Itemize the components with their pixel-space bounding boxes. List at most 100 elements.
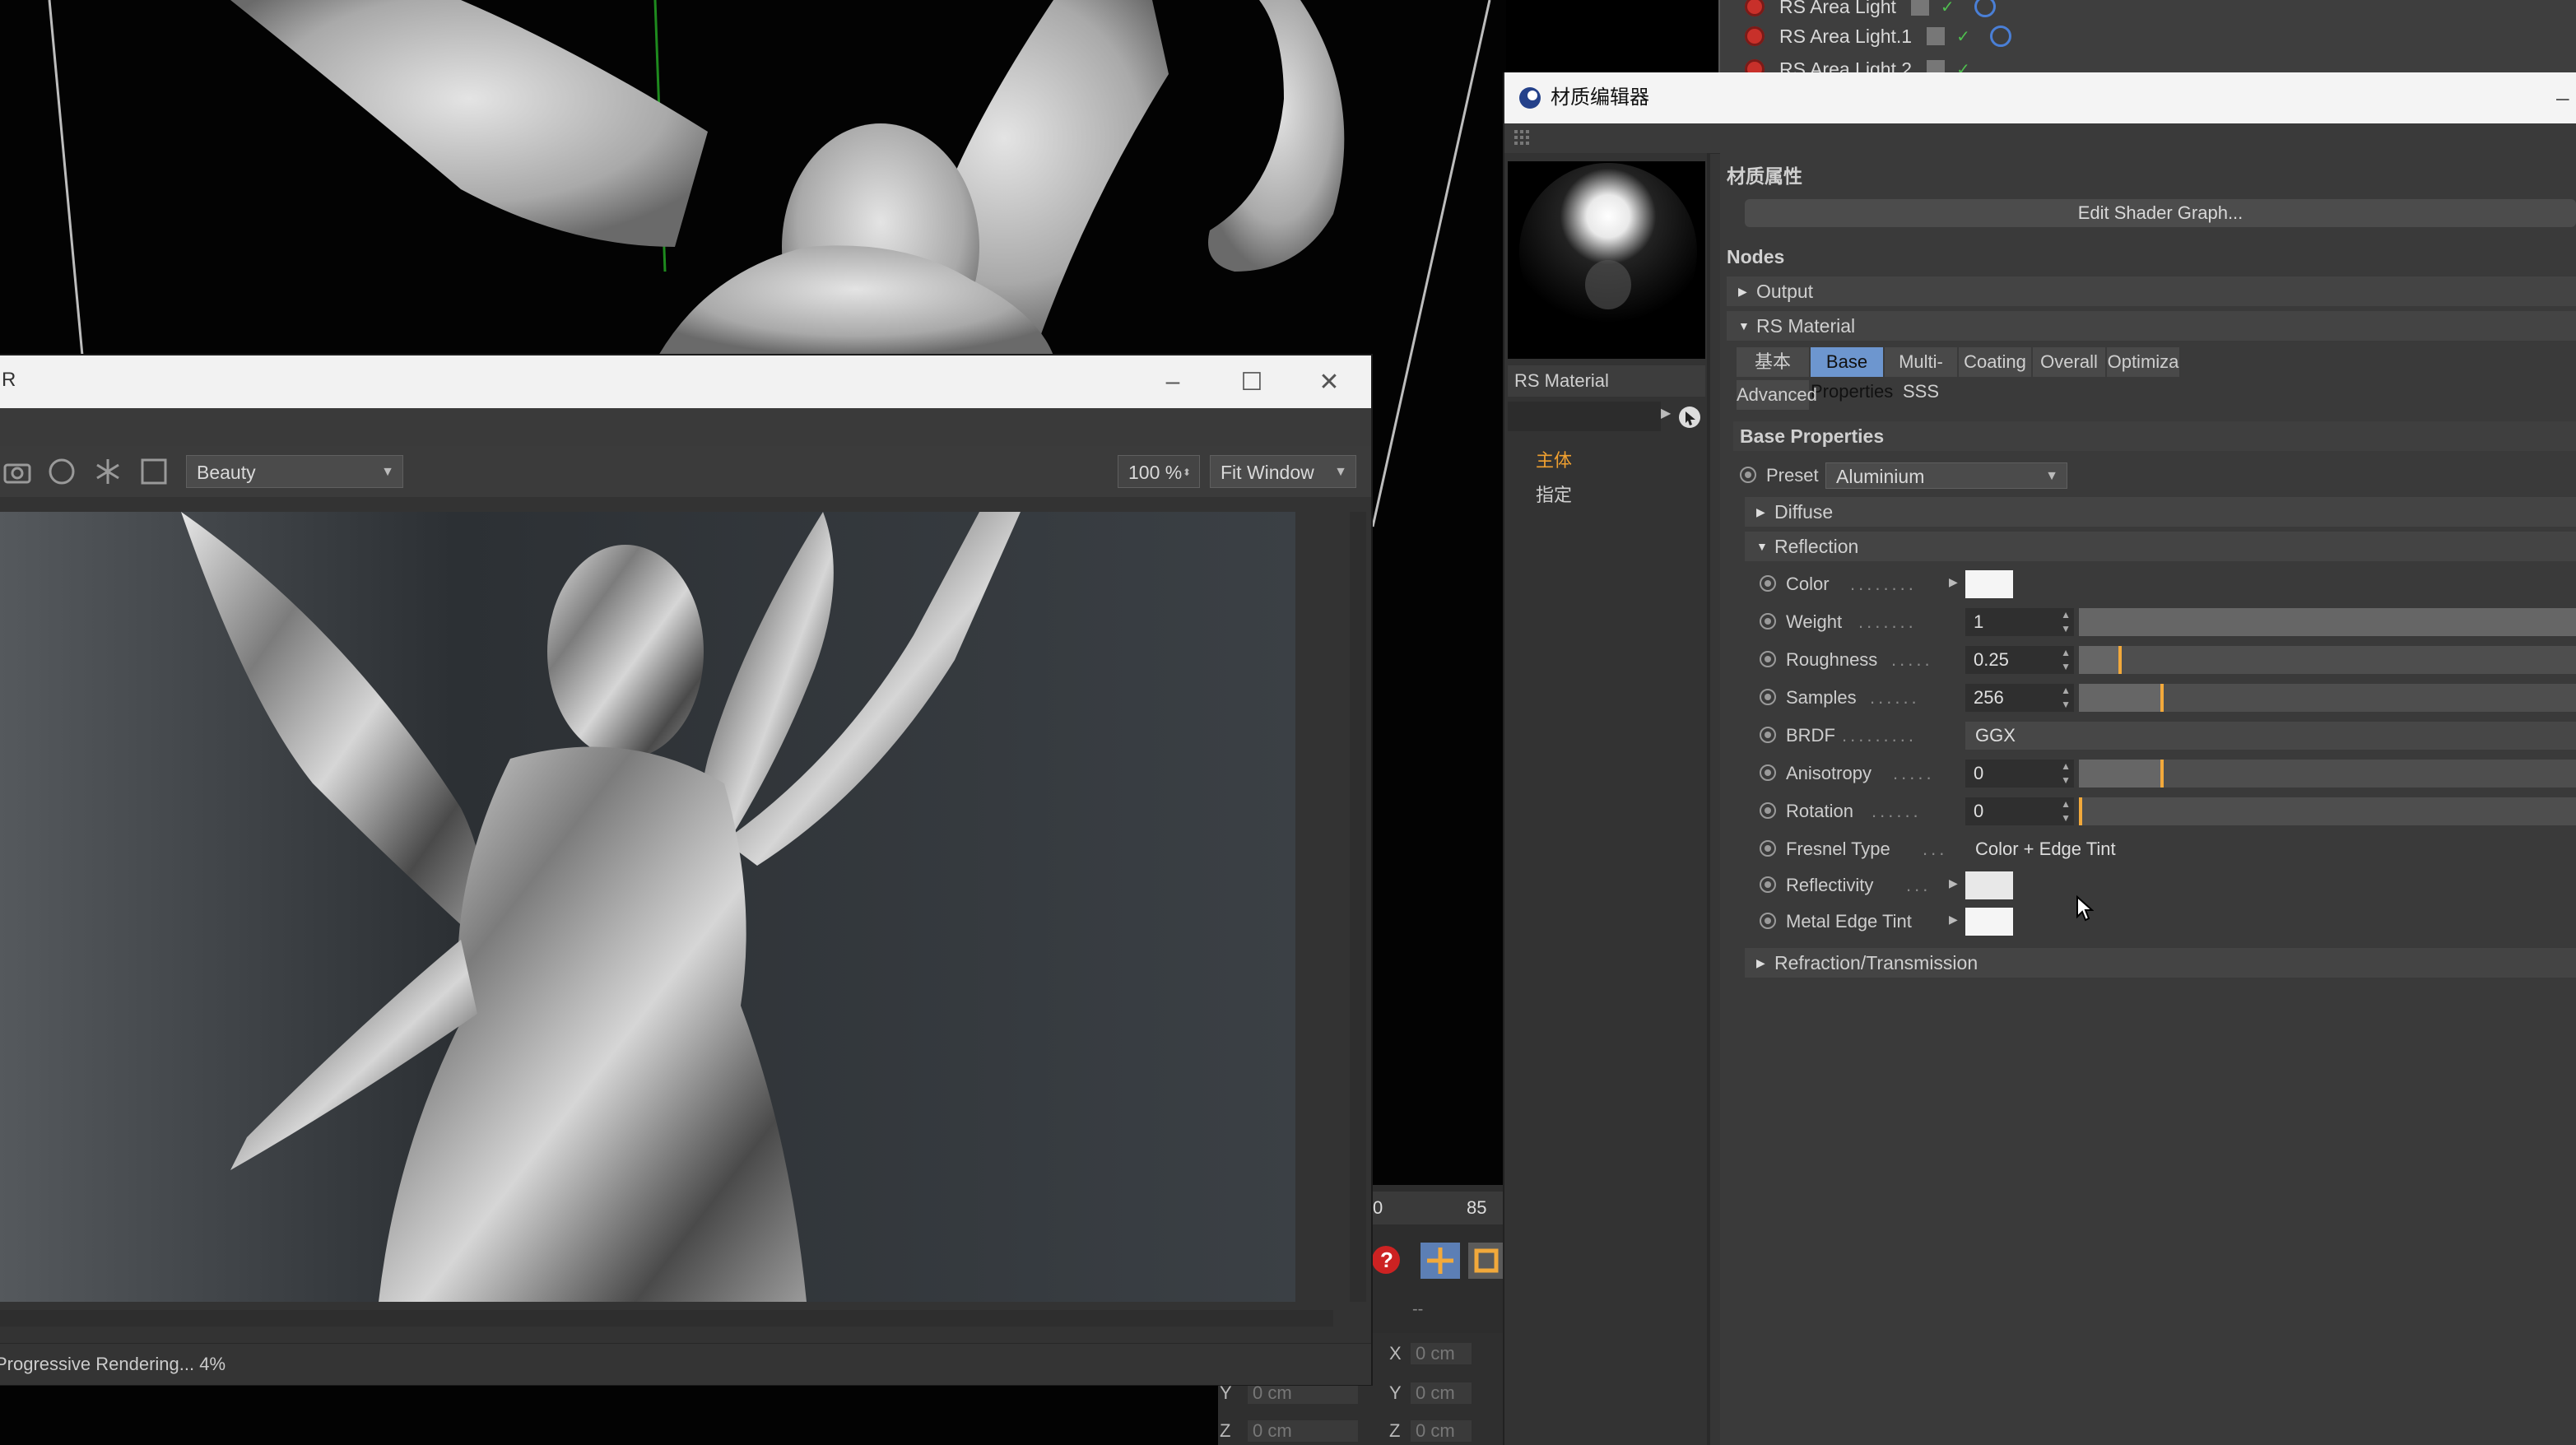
close-button[interactable]: ✕ xyxy=(1292,355,1366,408)
samples-field[interactable]: 256 ▲ ▼ xyxy=(1965,684,2074,712)
maximize-button[interactable]: ☐ xyxy=(1215,355,1289,408)
tab-optimize[interactable]: Optimiza xyxy=(2107,347,2181,377)
slider-handle[interactable] xyxy=(2160,760,2164,788)
roughness-slider[interactable] xyxy=(2079,646,2576,674)
color-swatch[interactable] xyxy=(1965,570,2013,598)
leader-dots: ...... xyxy=(1870,687,1920,708)
animate-radio-icon[interactable] xyxy=(1760,689,1776,705)
minimize-button[interactable]: – xyxy=(2556,72,2569,123)
vertical-scrollbar[interactable] xyxy=(1350,512,1366,1302)
target-icon[interactable] xyxy=(1989,26,2011,47)
roughness-field[interactable]: 0.25 ▲ ▼ xyxy=(1965,646,2074,674)
material-editor-window: 材质编辑器 – RS Material ▶ 主体 指定 材质属性 Edit Sh… xyxy=(1504,72,2576,1445)
metal-edge-tint-swatch[interactable] xyxy=(1965,908,2013,936)
material-editor-titlebar[interactable]: 材质编辑器 – xyxy=(1504,72,2576,123)
light-icon xyxy=(1745,26,1765,46)
samples-slider[interactable] xyxy=(2079,684,2576,712)
spinner-icon: ▲ ▼ xyxy=(2061,609,2071,634)
tab-overall[interactable]: Overall xyxy=(2033,347,2107,377)
coord-x-field[interactable]: 0 cm xyxy=(1411,1343,1472,1364)
horizontal-scrollbar[interactable] xyxy=(0,1310,1333,1327)
grip-icon[interactable] xyxy=(1514,130,1534,146)
coord-z-field[interactable]: 0 cm xyxy=(1248,1420,1358,1442)
material-preview[interactable] xyxy=(1508,161,1705,359)
render-window-titlebar[interactable]: R – ☐ ✕ xyxy=(0,355,1371,408)
slider-handle[interactable] xyxy=(2079,797,2082,825)
brdf-dropdown[interactable]: GGX xyxy=(1965,722,2576,750)
coord-y-field[interactable]: 0 cm xyxy=(1248,1382,1358,1404)
nav-item-assign[interactable]: 指定 xyxy=(1536,481,1572,507)
pick-cursor-icon[interactable] xyxy=(1677,405,1702,430)
weight-value: 1 xyxy=(1974,611,1984,632)
animate-radio-icon[interactable] xyxy=(1760,727,1776,743)
animate-radio-icon[interactable] xyxy=(1740,467,1756,483)
tab-multi-sss[interactable]: Multi-SSS xyxy=(1885,347,1959,402)
animate-radio-icon[interactable] xyxy=(1760,840,1776,857)
animate-radio-icon[interactable] xyxy=(1760,764,1776,781)
fresnel-type-dropdown[interactable]: Color + Edge Tint xyxy=(1965,835,2576,863)
aov-channel-dropdown[interactable]: Beauty ▼ xyxy=(186,455,403,488)
material-name-field[interactable]: RS Material xyxy=(1508,365,1705,397)
brdf-row: BRDF ......... GGX xyxy=(1760,719,2576,752)
region-square-icon[interactable] xyxy=(140,458,168,486)
coord-y2-field[interactable]: 0 cm xyxy=(1411,1382,1472,1404)
tab-coating[interactable]: Coating xyxy=(1959,347,2033,377)
slider-handle[interactable] xyxy=(2118,646,2122,674)
animate-radio-icon[interactable] xyxy=(1760,575,1776,592)
animate-radio-icon[interactable] xyxy=(1760,913,1776,929)
camera-icon[interactable] xyxy=(3,458,31,486)
fit-window-dropdown[interactable]: Fit Window ▼ xyxy=(1210,455,1356,488)
weight-slider[interactable] xyxy=(2079,608,2576,636)
chevron-right-icon[interactable]: ▶ xyxy=(1949,568,1958,596)
tab-basic[interactable]: 基本 xyxy=(1737,347,1811,377)
material-search-field[interactable] xyxy=(1508,402,1661,431)
animate-radio-icon[interactable] xyxy=(1760,802,1776,819)
object-row[interactable]: RS Area Light ✓ xyxy=(1745,0,1996,21)
zoom-field[interactable]: 100 % ⬍ xyxy=(1118,455,1200,488)
target-icon[interactable] xyxy=(1974,0,1996,17)
animate-radio-icon[interactable] xyxy=(1760,876,1776,893)
animate-radio-icon[interactable] xyxy=(1760,651,1776,667)
output-group[interactable]: ▶ Output xyxy=(1727,276,2576,306)
timeline-ruler[interactable]: 0 85 xyxy=(1371,1192,1504,1224)
rs-material-group[interactable]: ▼ RS Material xyxy=(1727,311,2576,341)
coord-z2-label: Z xyxy=(1389,1420,1401,1441)
diffuse-group[interactable]: ▶ Diffuse xyxy=(1745,497,2576,527)
refraction-group[interactable]: ▶ Refraction/Transmission xyxy=(1745,948,2576,978)
coord-z2-field[interactable]: 0 cm xyxy=(1411,1420,1472,1442)
metal-edge-tint-label: Metal Edge Tint xyxy=(1786,911,1912,932)
edit-shader-graph-button[interactable]: Edit Shader Graph... xyxy=(1745,199,2576,227)
render-canvas[interactable] xyxy=(0,512,1295,1302)
fresnel-row: Fresnel Type ... Color + Edge Tint xyxy=(1760,833,2576,866)
object-row[interactable]: RS Area Light.1 ✓ xyxy=(1745,21,2011,51)
help-icon[interactable]: ? xyxy=(1371,1243,1404,1277)
slider-handle[interactable] xyxy=(2160,684,2164,712)
reflection-group[interactable]: ▼ Reflection xyxy=(1745,532,2576,561)
nav-item-main[interactable]: 主体 xyxy=(1536,446,1572,472)
chevron-down-icon: ▼ xyxy=(2045,469,2058,483)
slider-fill xyxy=(2079,608,2576,636)
chevron-right-icon: ▶ xyxy=(1756,956,1765,969)
check-icon[interactable]: ✓ xyxy=(1956,26,1970,47)
chevron-right-icon[interactable]: ▶ xyxy=(1949,905,1958,933)
preset-dropdown[interactable]: Aluminium ▼ xyxy=(1825,462,2067,489)
tab-base-properties[interactable]: Base Properties xyxy=(1811,347,1893,402)
rotation-field[interactable]: 0 ▲ ▼ xyxy=(1965,797,2074,825)
rotation-slider[interactable] xyxy=(2079,797,2576,825)
snowflake-icon[interactable] xyxy=(94,458,122,486)
minimize-button[interactable]: – xyxy=(1136,355,1210,408)
reflectivity-swatch[interactable] xyxy=(1965,871,2013,899)
tab-advanced[interactable]: Advanced xyxy=(1737,380,1817,410)
anisotropy-slider[interactable] xyxy=(2079,760,2576,788)
chevron-right-icon[interactable]: ▶ xyxy=(1661,405,1671,421)
chevron-down-icon: ▼ xyxy=(1756,540,1768,553)
animate-radio-icon[interactable] xyxy=(1760,613,1776,630)
region-circle-icon[interactable] xyxy=(48,458,76,486)
check-icon[interactable]: ✓ xyxy=(1941,0,1955,17)
weight-field[interactable]: 1 ▲ ▼ xyxy=(1965,608,2074,636)
scale-tool-icon[interactable] xyxy=(1468,1243,1504,1279)
chevron-right-icon[interactable]: ▶ xyxy=(1949,869,1958,897)
anisotropy-field[interactable]: 0 ▲ ▼ xyxy=(1965,760,2074,788)
tab-bar: 基本 Base Properties Multi-SSS Coating Ove… xyxy=(1737,347,2576,413)
move-tool-icon[interactable] xyxy=(1421,1243,1460,1279)
